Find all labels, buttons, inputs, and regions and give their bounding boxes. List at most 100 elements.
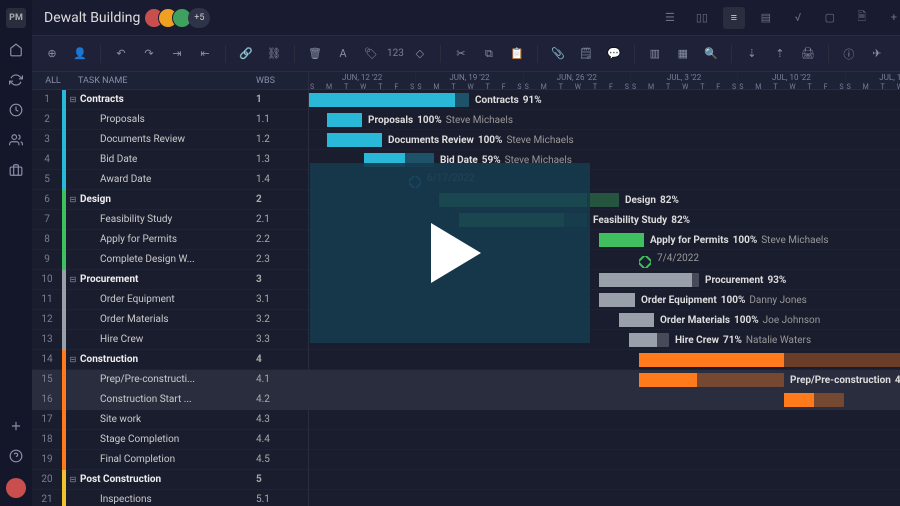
undo-icon[interactable]: ↶ bbox=[109, 42, 133, 66]
gantt-row[interactable] bbox=[309, 470, 900, 490]
user-avatar[interactable] bbox=[6, 478, 26, 498]
redo-icon[interactable]: ↷ bbox=[137, 42, 161, 66]
add-user-icon[interactable]: 👤 bbox=[68, 42, 92, 66]
task-row[interactable]: 13 Hire Crew 3.3 bbox=[32, 330, 308, 350]
add-view-icon[interactable]: + bbox=[883, 7, 900, 29]
avatars-more[interactable]: +5 bbox=[188, 8, 210, 28]
gantt-row[interactable]: Procurement93% bbox=[309, 270, 900, 290]
task-row[interactable]: 20 ⊟ Post Construction 5 bbox=[32, 470, 308, 490]
home-icon[interactable] bbox=[8, 42, 24, 58]
task-row[interactable]: 19 Final Completion 4.5 bbox=[32, 450, 308, 470]
gantt-view-icon[interactable]: ≡ bbox=[723, 7, 745, 29]
gantt-bar[interactable] bbox=[327, 133, 382, 147]
gantt-row[interactable] bbox=[309, 450, 900, 470]
file-view-icon[interactable]: 🗎 bbox=[851, 7, 873, 29]
expand-icon[interactable]: ⊟ bbox=[66, 275, 80, 284]
col-wbs[interactable]: WBS bbox=[252, 76, 308, 86]
task-row[interactable]: 5 Award Date 1.4 bbox=[32, 170, 308, 190]
gantt-bar[interactable] bbox=[364, 153, 434, 167]
clock-icon[interactable] bbox=[8, 102, 24, 118]
task-row[interactable]: 18 Stage Completion 4.4 bbox=[32, 430, 308, 450]
task-row[interactable]: 11 Order Equipment 3.1 bbox=[32, 290, 308, 310]
task-row[interactable]: 1 ⊟ Contracts 1 bbox=[32, 90, 308, 110]
font-icon[interactable]: A bbox=[331, 42, 355, 66]
send-icon[interactable]: ✈ bbox=[865, 42, 889, 66]
milestone-icon[interactable] bbox=[639, 256, 651, 268]
task-row[interactable]: 16 Construction Start ... 4.2 bbox=[32, 390, 308, 410]
gantt-row[interactable]: Design82% bbox=[309, 190, 900, 210]
columns-icon[interactable]: ▥ bbox=[643, 42, 667, 66]
add-task-icon[interactable]: ⊕ bbox=[40, 42, 64, 66]
task-row[interactable]: 4 Bid Date 1.3 bbox=[32, 150, 308, 170]
board-view-icon[interactable]: ▯▯ bbox=[691, 7, 713, 29]
milestone-icon[interactable]: ◇ bbox=[408, 42, 432, 66]
task-row[interactable]: 10 ⊟ Procurement 3 bbox=[32, 270, 308, 290]
expand-icon[interactable]: ⊟ bbox=[66, 195, 80, 204]
gantt-row[interactable]: Documents Review100%Steve Michaels bbox=[309, 130, 900, 150]
gantt-bar[interactable] bbox=[784, 393, 844, 407]
grid-icon[interactable]: ▦ bbox=[671, 42, 695, 66]
outdent-icon[interactable]: ⇤ bbox=[193, 42, 217, 66]
gantt-row[interactable]: Order Materials100%Joe Johnson bbox=[309, 310, 900, 330]
gantt-row[interactable]: Order Equipment100%Danny Jones bbox=[309, 290, 900, 310]
print-icon[interactable]: 🖨 bbox=[796, 42, 820, 66]
indent-icon[interactable]: ⇥ bbox=[165, 42, 189, 66]
calendar-view-icon[interactable]: ▢ bbox=[819, 7, 841, 29]
unlink-icon[interactable]: ⛓ bbox=[262, 42, 286, 66]
task-row[interactable]: 9 Complete Design W... 2.3 bbox=[32, 250, 308, 270]
gantt-row[interactable]: Hire Crew71%Natalie Waters bbox=[309, 330, 900, 350]
gantt-bar[interactable] bbox=[439, 193, 619, 207]
export-icon[interactable]: ⇡ bbox=[768, 42, 792, 66]
gantt-row[interactable]: Apply for Permits100%Steve Michaels bbox=[309, 230, 900, 250]
gantt-bar[interactable] bbox=[639, 373, 784, 387]
gantt-row[interactable]: Prep/Pre-construction40%N bbox=[309, 370, 900, 390]
task-row[interactable]: 2 Proposals 1.1 bbox=[32, 110, 308, 130]
cut-icon[interactable]: ✂ bbox=[449, 42, 473, 66]
gantt-row[interactable]: Proposals100%Steve Michaels bbox=[309, 110, 900, 130]
refresh-icon[interactable] bbox=[8, 72, 24, 88]
task-row[interactable]: 8 Apply for Permits 2.2 bbox=[32, 230, 308, 250]
gantt-row[interactable] bbox=[309, 350, 900, 370]
gantt-bar[interactable] bbox=[309, 93, 469, 107]
task-row[interactable]: 14 ⊟ Construction 4 bbox=[32, 350, 308, 370]
attach-icon[interactable]: 📎 bbox=[546, 42, 570, 66]
task-row[interactable]: 12 Order Materials 3.2 bbox=[32, 310, 308, 330]
gantt-bar[interactable] bbox=[459, 213, 587, 227]
gantt-bar[interactable] bbox=[599, 293, 635, 307]
gantt-row[interactable]: 6/17/2022 bbox=[309, 170, 900, 190]
gantt-bar[interactable] bbox=[629, 333, 669, 347]
gantt-row[interactable]: Bid Date59%Steve Michaels bbox=[309, 150, 900, 170]
expand-icon[interactable]: ⊟ bbox=[66, 355, 80, 364]
workload-view-icon[interactable]: √ bbox=[787, 7, 809, 29]
gantt-row[interactable]: Contracts91% bbox=[309, 90, 900, 110]
gantt-bar[interactable] bbox=[327, 113, 362, 127]
gantt-row[interactable] bbox=[309, 490, 900, 506]
col-name[interactable]: TASK NAME bbox=[74, 76, 252, 86]
task-row[interactable]: 17 Site work 4.3 bbox=[32, 410, 308, 430]
link-icon[interactable]: 🔗 bbox=[234, 42, 258, 66]
copy-icon[interactable]: ⧉ bbox=[477, 42, 501, 66]
col-all[interactable]: ALL bbox=[32, 76, 74, 86]
expand-icon[interactable]: ⊟ bbox=[66, 475, 80, 484]
gantt-bar[interactable] bbox=[619, 313, 654, 327]
briefcase-icon[interactable] bbox=[8, 162, 24, 178]
sheet-view-icon[interactable]: ▤ bbox=[755, 7, 777, 29]
task-row[interactable]: 6 ⊟ Design 2 bbox=[32, 190, 308, 210]
note-icon[interactable]: 🗒 bbox=[574, 42, 598, 66]
gantt-bar[interactable] bbox=[639, 353, 900, 367]
gantt-bar[interactable] bbox=[599, 273, 699, 287]
milestone-icon[interactable] bbox=[409, 176, 421, 188]
list-view-icon[interactable]: ☰ bbox=[659, 7, 681, 29]
task-row[interactable]: 3 Documents Review 1.2 bbox=[32, 130, 308, 150]
tag-icon[interactable]: 🏷 bbox=[359, 42, 383, 66]
help-icon[interactable] bbox=[8, 448, 24, 464]
import-icon[interactable]: ⇣ bbox=[740, 42, 764, 66]
gantt-row[interactable] bbox=[309, 430, 900, 450]
expand-icon[interactable]: ⊟ bbox=[66, 95, 80, 104]
gantt-row[interactable]: 7/4/2022 bbox=[309, 250, 900, 270]
plus-icon[interactable] bbox=[8, 418, 24, 434]
info-icon[interactable]: ⓘ bbox=[837, 42, 861, 66]
people-icon[interactable] bbox=[8, 132, 24, 148]
gantt-row[interactable]: Feasibility Study82% bbox=[309, 210, 900, 230]
task-row[interactable]: 7 Feasibility Study 2.1 bbox=[32, 210, 308, 230]
